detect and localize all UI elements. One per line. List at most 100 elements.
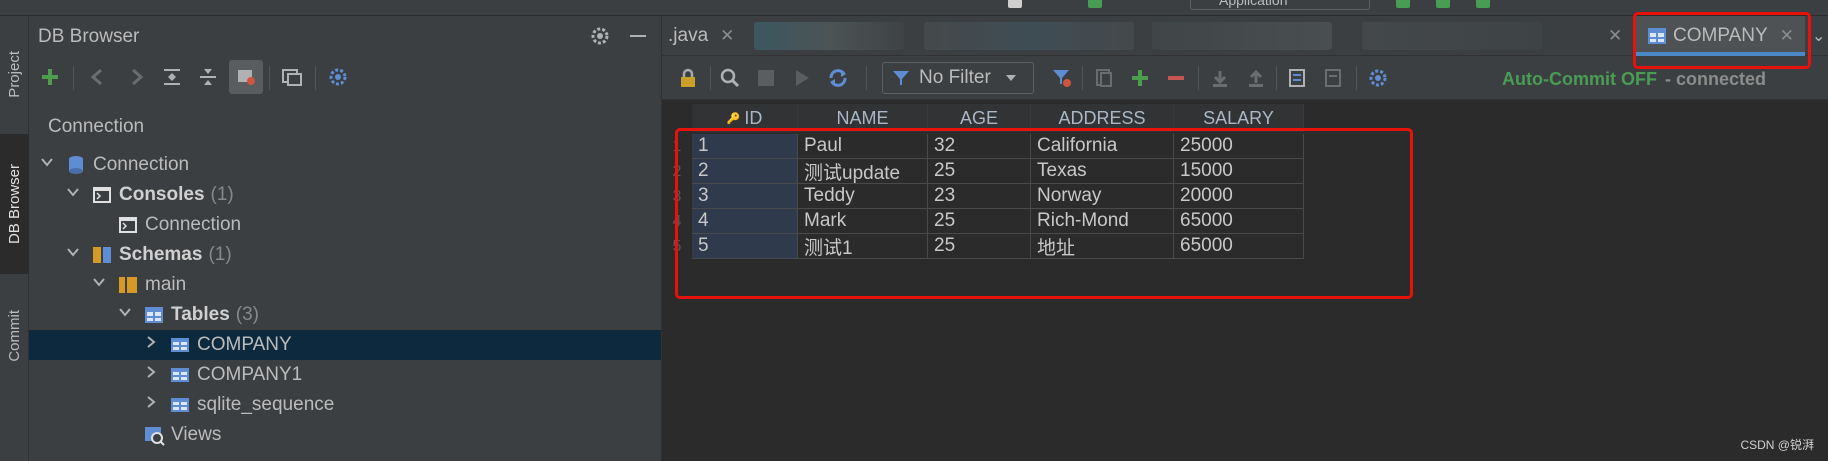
tree-item-company1[interactable]: COMPANY1 bbox=[29, 360, 661, 390]
open-sql-console-icon[interactable] bbox=[275, 60, 309, 94]
add-row-icon[interactable] bbox=[1124, 62, 1156, 94]
table-cell-address[interactable]: Texas bbox=[1031, 159, 1174, 184]
column-header-id[interactable]: 🔑 ID bbox=[692, 104, 798, 132]
forward-icon[interactable] bbox=[119, 60, 153, 94]
build-icon[interactable] bbox=[1008, 0, 1022, 8]
table-cell-id[interactable]: 5 bbox=[692, 234, 798, 259]
collapse-all-icon[interactable] bbox=[191, 60, 225, 94]
row-number: 4 bbox=[672, 212, 682, 230]
coverage-icon[interactable] bbox=[1476, 0, 1490, 8]
tab-java[interactable]: .java ✕ bbox=[668, 16, 734, 56]
close-icon[interactable]: ✕ bbox=[720, 26, 734, 46]
table-cell-age[interactable]: 32 bbox=[928, 134, 1031, 159]
db-browser-panel: DB Browser Connection Connection Console… bbox=[29, 16, 661, 461]
chevron-right-icon[interactable] bbox=[143, 334, 159, 356]
table-cell-address[interactable]: Norway bbox=[1031, 184, 1174, 209]
stop-icon[interactable] bbox=[750, 62, 782, 94]
autocommit-status[interactable]: Auto-Commit OFF bbox=[1502, 69, 1657, 89]
rollback-icon[interactable] bbox=[1240, 62, 1272, 94]
commit-icon[interactable] bbox=[1204, 62, 1236, 94]
tree-item-tables[interactable]: Tables (3) bbox=[29, 300, 661, 330]
table-cell-address[interactable]: California bbox=[1031, 134, 1174, 159]
gear-icon[interactable] bbox=[589, 25, 611, 47]
tree-item-schemas[interactable]: Schemas (1) bbox=[29, 240, 661, 270]
table-icon bbox=[1648, 28, 1666, 44]
table-cell-name[interactable]: Paul bbox=[798, 134, 928, 159]
tab-company[interactable]: COMPANY ✕ bbox=[1635, 16, 1805, 56]
lock-icon[interactable] bbox=[672, 62, 704, 94]
chevron-down-icon[interactable] bbox=[117, 304, 133, 326]
refresh-icon[interactable] bbox=[822, 62, 854, 94]
filter-dropdown[interactable]: No Filter bbox=[882, 62, 1034, 94]
tree-item-connection[interactable]: Connection bbox=[29, 210, 661, 240]
close-icon[interactable]: ✕ bbox=[1780, 26, 1794, 46]
table-cell-name[interactable]: Teddy bbox=[798, 184, 928, 209]
tree-item-label: Consoles bbox=[119, 184, 205, 205]
run-configuration-select[interactable]: Application bbox=[1190, 0, 1370, 10]
table-cell-address[interactable]: Rich-Mond bbox=[1031, 209, 1174, 234]
table-cell-id[interactable]: 1 bbox=[692, 134, 798, 159]
column-header-name[interactable]: NAME bbox=[798, 104, 928, 132]
table-cell-address[interactable]: 地址 bbox=[1031, 234, 1174, 259]
tree-item-connection[interactable]: Connection bbox=[29, 150, 661, 180]
add-connection-button[interactable] bbox=[33, 60, 67, 94]
table-cell-salary[interactable]: 65000 bbox=[1174, 209, 1304, 234]
chevron-right-icon[interactable] bbox=[143, 394, 159, 416]
table-cell-age[interactable]: 25 bbox=[928, 234, 1031, 259]
column-header-age[interactable]: AGE bbox=[928, 104, 1031, 132]
debug-icon[interactable] bbox=[1436, 0, 1450, 8]
table-cell-name[interactable]: 测试1 bbox=[798, 234, 928, 259]
run-icon[interactable] bbox=[1396, 0, 1410, 8]
chevron-down-icon[interactable] bbox=[65, 244, 81, 266]
copy-icon[interactable] bbox=[1088, 62, 1120, 94]
column-header-salary[interactable]: SALARY bbox=[1174, 104, 1304, 132]
table-cell-id[interactable]: 4 bbox=[692, 209, 798, 234]
tree-item-views[interactable]: Views bbox=[29, 420, 661, 450]
blurred-tab bbox=[754, 22, 904, 50]
chevron-down-icon[interactable] bbox=[91, 274, 107, 296]
table-cell-age[interactable]: 23 bbox=[928, 184, 1031, 209]
tree-item-company[interactable]: COMPANY bbox=[29, 330, 661, 360]
filter-icon bbox=[893, 71, 909, 85]
table-cell-salary[interactable]: 20000 bbox=[1174, 184, 1304, 209]
tree-item-consoles[interactable]: Consoles (1) bbox=[29, 180, 661, 210]
table-cell-name[interactable]: Mark bbox=[798, 209, 928, 234]
chevron-down-icon[interactable] bbox=[65, 184, 81, 206]
stripe-commit[interactable]: Commit bbox=[0, 284, 29, 388]
search-icon[interactable] bbox=[714, 62, 746, 94]
stripe-db-browser[interactable]: DB Browser bbox=[0, 134, 29, 274]
table-cell-salary[interactable]: 65000 bbox=[1174, 234, 1304, 259]
row-number: 2 bbox=[672, 162, 682, 180]
close-icon[interactable]: ✕ bbox=[1608, 16, 1622, 56]
edit-record-icon[interactable] bbox=[1318, 62, 1350, 94]
table-cell-name[interactable]: 测试update bbox=[798, 159, 928, 184]
delete-row-icon[interactable] bbox=[1160, 62, 1192, 94]
column-header-address[interactable]: ADDRESS bbox=[1031, 104, 1174, 132]
chevron-down-icon[interactable]: ⌄ bbox=[1812, 16, 1825, 56]
expand-all-icon[interactable] bbox=[155, 60, 189, 94]
table-cell-id[interactable]: 2 bbox=[692, 159, 798, 184]
stripe-project[interactable]: Project bbox=[0, 24, 29, 124]
execute-icon[interactable] bbox=[786, 62, 818, 94]
filter-connection-icon[interactable] bbox=[229, 60, 263, 94]
chevron-right-icon[interactable] bbox=[143, 364, 159, 386]
row-number: 5 bbox=[672, 237, 682, 255]
table-icon bbox=[169, 394, 197, 416]
settings-icon[interactable] bbox=[321, 60, 355, 94]
table-cell-salary[interactable]: 25000 bbox=[1174, 134, 1304, 159]
table-cell-age[interactable]: 25 bbox=[928, 159, 1031, 184]
table-cell-salary[interactable]: 15000 bbox=[1174, 159, 1304, 184]
tree-item-main[interactable]: main bbox=[29, 270, 661, 300]
table-cell-id[interactable]: 3 bbox=[692, 184, 798, 209]
record-view-icon[interactable] bbox=[1282, 62, 1314, 94]
table-cell-age[interactable]: 25 bbox=[928, 209, 1031, 234]
tree-item-label: COMPANY bbox=[197, 334, 292, 355]
clear-filter-icon[interactable] bbox=[1046, 62, 1078, 94]
minimize-icon[interactable] bbox=[627, 25, 649, 47]
tool-window-stripe: Project DB Browser Commit bbox=[0, 16, 29, 461]
back-icon[interactable] bbox=[81, 60, 115, 94]
build-hammer-icon[interactable] bbox=[1088, 0, 1102, 8]
tree-item-sqlite-sequence[interactable]: sqlite_sequence bbox=[29, 390, 661, 420]
settings-icon[interactable] bbox=[1362, 62, 1394, 94]
chevron-down-icon[interactable] bbox=[39, 154, 55, 176]
